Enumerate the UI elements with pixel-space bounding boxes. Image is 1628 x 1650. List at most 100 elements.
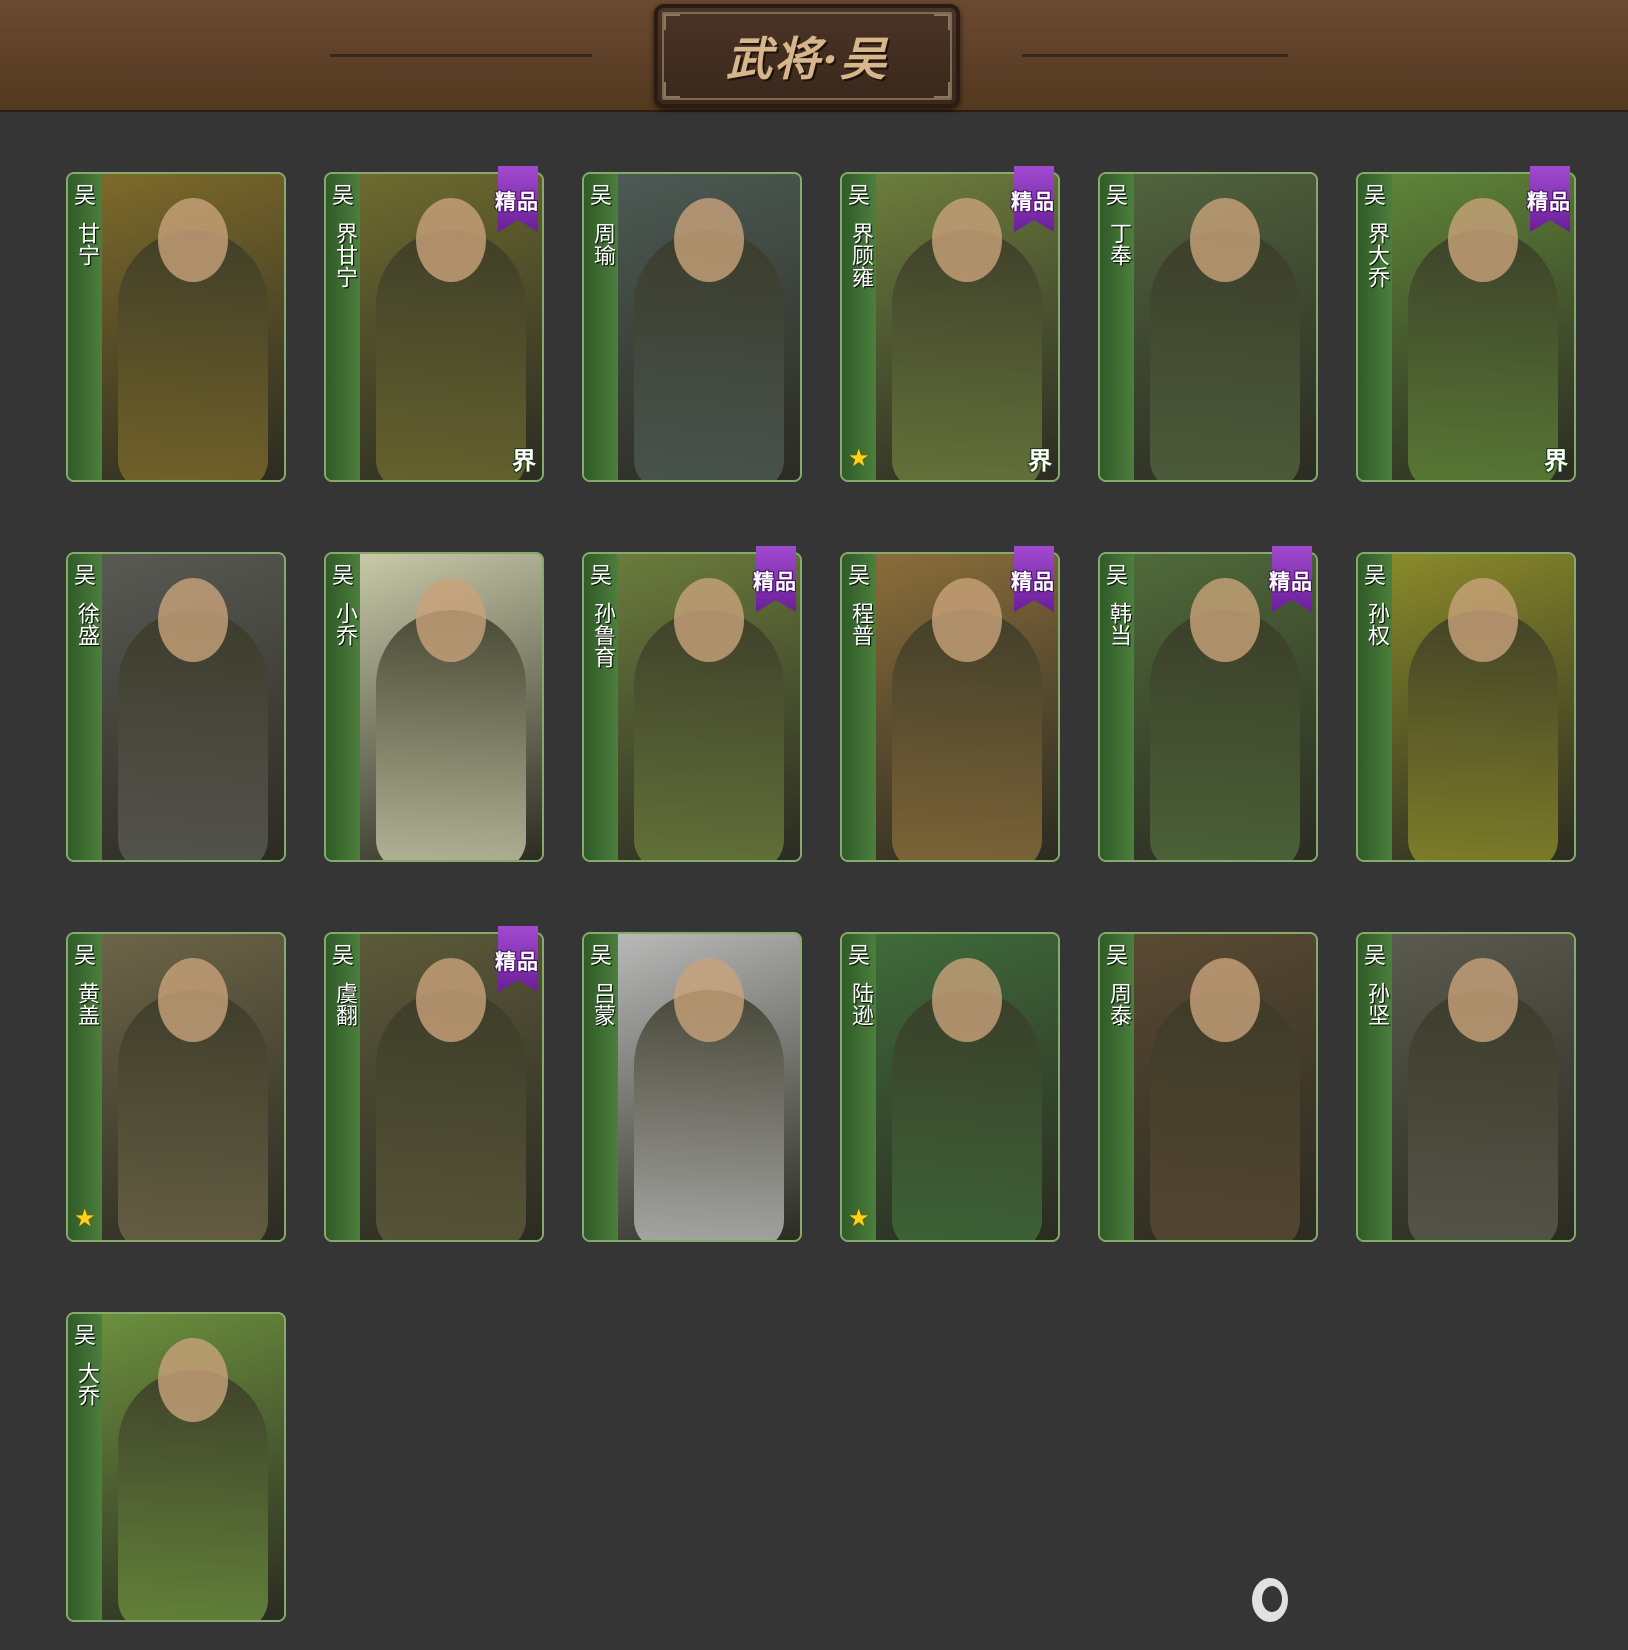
character-portrait	[876, 934, 1058, 1240]
character-head	[1448, 958, 1518, 1042]
card-name-strip	[326, 554, 360, 860]
faction-label: 吴	[847, 944, 870, 969]
character-portrait	[1392, 934, 1574, 1240]
card-name-strip	[584, 174, 618, 480]
star-icon: ★	[848, 1204, 870, 1232]
general-name: 界甘宁	[332, 222, 357, 288]
premium-badge: 精品	[744, 546, 806, 618]
character-head	[158, 578, 228, 662]
general-card[interactable]: 吴吕蒙	[582, 932, 802, 1242]
character-portrait	[102, 174, 284, 480]
faction-label: 吴	[1105, 564, 1128, 589]
general-card[interactable]: 吴甘宁	[66, 172, 286, 482]
jie-mark: 界	[1028, 447, 1052, 475]
faction-label: 吴	[1363, 184, 1386, 209]
character-head	[932, 578, 1002, 662]
general-card[interactable]: 吴孙权	[1356, 552, 1576, 862]
general-name: 徐盛	[74, 602, 99, 646]
character-head	[158, 198, 228, 282]
premium-badge: 精品	[1002, 546, 1064, 618]
general-card[interactable]: 吴小乔	[324, 552, 544, 862]
character-portrait	[102, 554, 284, 860]
character-head	[1190, 958, 1260, 1042]
character-head	[1190, 578, 1260, 662]
character-head	[158, 1338, 228, 1422]
general-name: 大乔	[74, 1362, 99, 1406]
card-name-strip	[68, 174, 102, 480]
character-head	[674, 578, 744, 662]
general-card[interactable]: 吴虞翻 精品	[324, 926, 544, 1242]
card-name-strip	[1358, 174, 1392, 480]
character-portrait	[1134, 174, 1316, 480]
general-card[interactable]: 吴程普 精品	[840, 546, 1060, 862]
general-name: 周瑜	[590, 222, 615, 266]
faction-label: 吴	[73, 564, 96, 589]
general-name: 丁奉	[1106, 222, 1131, 266]
general-card[interactable]: 吴周瑜	[582, 172, 802, 482]
premium-badge-label: 精品	[495, 190, 539, 214]
jie-mark: 界	[1544, 447, 1568, 475]
premium-badge-label: 精品	[753, 570, 797, 594]
character-head	[416, 958, 486, 1042]
jie-mark: 界	[512, 447, 536, 475]
faction-label: 吴	[73, 184, 96, 209]
premium-badge-label: 精品	[1269, 570, 1313, 594]
character-portrait	[618, 174, 800, 480]
general-card[interactable]: 吴界大乔 精品界	[1356, 166, 1576, 482]
premium-badge-label: 精品	[1527, 190, 1571, 214]
faction-label: 吴	[1105, 184, 1128, 209]
premium-badge: 精品	[1260, 546, 1322, 618]
character-head	[1448, 578, 1518, 662]
general-card[interactable]: 吴韩当 精品	[1098, 546, 1318, 862]
faction-label: 吴	[1363, 564, 1386, 589]
card-name-strip	[584, 934, 618, 1240]
faction-label: 吴	[73, 1324, 96, 1349]
card-name-strip	[326, 174, 360, 480]
faction-label: 吴	[589, 564, 612, 589]
general-name: 界顾雍	[848, 222, 873, 288]
character-portrait	[102, 934, 284, 1240]
general-name: 甘宁	[74, 222, 99, 266]
card-name-strip	[842, 554, 876, 860]
card-name-strip	[68, 1314, 102, 1620]
character-head	[416, 198, 486, 282]
card-name-strip	[842, 174, 876, 480]
card-name-strip	[1100, 174, 1134, 480]
general-card[interactable]: 吴陆逊 ★	[840, 932, 1060, 1242]
faction-label: 吴	[331, 184, 354, 209]
premium-badge-label: 精品	[1011, 570, 1055, 594]
general-name: 韩当	[1106, 602, 1131, 646]
general-card[interactable]: 吴徐盛	[66, 552, 286, 862]
general-card[interactable]: 吴孙坚	[1356, 932, 1576, 1242]
character-head	[932, 958, 1002, 1042]
faction-label: 吴	[1363, 944, 1386, 969]
general-card[interactable]: 吴界甘宁 精品界	[324, 166, 544, 482]
faction-label: 吴	[589, 184, 612, 209]
card-name-strip	[68, 934, 102, 1240]
card-name-strip	[584, 554, 618, 860]
general-card[interactable]: 吴孙鲁育 精品	[582, 546, 802, 862]
character-head	[1448, 198, 1518, 282]
general-name: 界大乔	[1364, 222, 1389, 288]
faction-label: 吴	[589, 944, 612, 969]
character-head	[1190, 198, 1260, 282]
general-card[interactable]: 吴大乔	[66, 1312, 286, 1622]
star-icon: ★	[848, 444, 870, 472]
general-card[interactable]: 吴丁奉	[1098, 172, 1318, 482]
general-card-grid: 吴甘宁吴界甘宁 精品界吴周瑜吴界顾雍 精品界 ★ 吴丁奉吴界大乔 精品界吴徐盛吴小乔吴孙鲁…	[0, 0, 1628, 1650]
character-portrait	[1134, 934, 1316, 1240]
general-card[interactable]: 吴界顾雍 精品界 ★	[840, 166, 1060, 482]
card-name-strip	[1358, 934, 1392, 1240]
card-name-strip	[68, 554, 102, 860]
character-portrait	[102, 1314, 284, 1620]
general-card[interactable]: 吴周泰	[1098, 932, 1318, 1242]
character-portrait	[618, 934, 800, 1240]
premium-badge: 精品	[486, 166, 548, 238]
premium-badge-label: 精品	[1011, 190, 1055, 214]
character-portrait	[360, 554, 542, 860]
star-icon: ★	[74, 1204, 96, 1232]
general-card[interactable]: 吴黄盖 ★	[66, 932, 286, 1242]
faction-label: 吴	[1105, 944, 1128, 969]
general-name: 孙坚	[1364, 982, 1389, 1026]
general-name: 小乔	[332, 602, 357, 646]
